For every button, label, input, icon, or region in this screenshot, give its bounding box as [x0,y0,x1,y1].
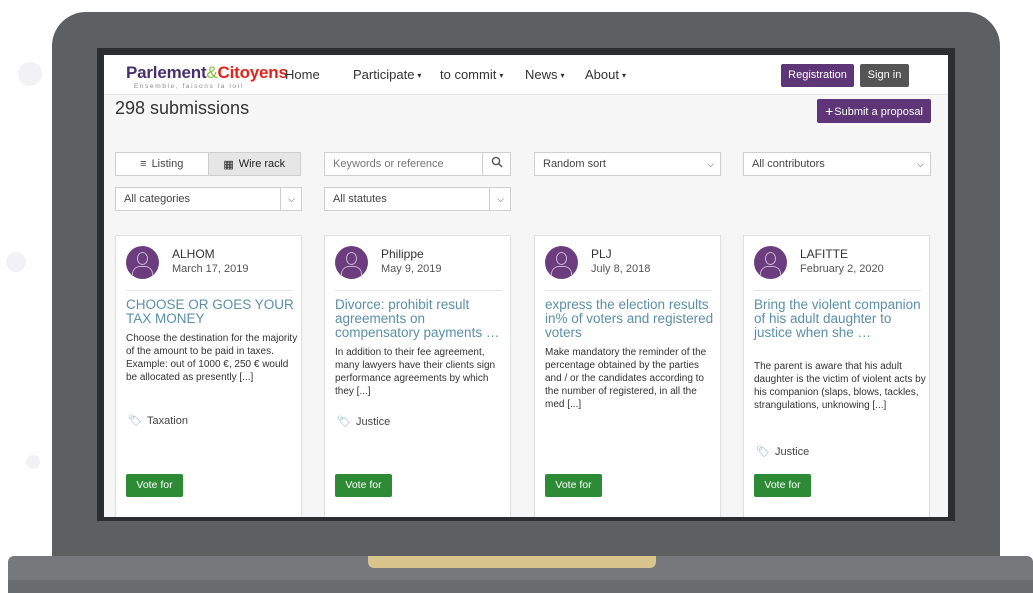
card-title[interactable]: Bring the violent companion of his adult… [754,298,924,340]
logo-tagline: Ensemble, faisons la loi! [134,83,245,90]
statutes-select[interactable]: All statutes ⌵ [324,187,511,211]
card-title[interactable]: express the election results in% of vote… [545,298,715,340]
avatar [754,246,787,279]
chevron-down-icon: ▾ [499,71,504,80]
browser-screen: Parlement&Citoyens Ensemble, faisons la … [104,55,948,517]
card-divider [126,290,293,291]
nav-participate[interactable]: Participate ▾ [353,67,421,82]
submit-proposal-button[interactable]: +Submit a proposal [817,99,931,123]
chevron-down-icon: ▾ [560,71,565,80]
card-date: February 2, 2020 [800,263,884,275]
laptop-illustration: Parlement&Citoyens Ensemble, faisons la … [0,0,1033,593]
vote-for-button[interactable]: Vote for [335,474,392,497]
card-title[interactable]: Divorce: prohibit result agreements on c… [335,298,505,340]
search-box [324,152,511,176]
card-divider [545,290,712,291]
select-divider [280,188,281,210]
card-date: March 17, 2019 [172,263,249,275]
card-description: In addition to their fee agreement, many… [335,347,496,397]
card-tag[interactable]: 🏷︎ Justice [756,445,809,458]
registration-button[interactable]: Registration [781,64,854,87]
chevron-down-icon: ▾ [417,71,422,80]
proposal-card[interactable]: Philippe May 9, 2019 Divorce: prohibit r… [324,235,511,517]
background-dot [6,252,26,272]
nav-to-commit[interactable]: to commit ▾ [440,67,503,82]
background-dot [26,455,40,469]
chevron-down-icon: ▾ [621,71,626,80]
card-description: Make mandatory the reminder of the perce… [545,347,707,410]
vote-for-button[interactable]: Vote for [126,474,183,497]
card-author[interactable]: ALHOM [172,247,215,261]
avatar [545,246,578,279]
chevron-down-icon: ⌵ [288,194,295,204]
listing-view-button[interactable]: ≡ Listing [116,153,208,175]
tag-icon: 🏷︎ [128,415,142,427]
card-description: The parent is aware that his adult daugh… [754,361,926,411]
card-divider [754,290,921,291]
card-date: July 8, 2018 [591,263,651,275]
sort-select[interactable]: Random sort ⌵ [534,152,721,176]
contributors-select[interactable]: All contributors ⌵ [743,152,931,176]
card-author[interactable]: Philippe [381,247,424,261]
card-date: May 9, 2019 [381,263,442,275]
laptop-base-edge [8,580,1033,593]
background-dot [18,62,42,86]
card-divider [335,290,502,291]
select-divider [489,188,490,210]
vote-for-button[interactable]: Vote for [754,474,811,497]
proposal-card[interactable]: LAFITTE February 2, 2020 Bring the viole… [743,235,930,517]
proposal-card[interactable]: PLJ July 8, 2018 express the election re… [534,235,721,517]
avatar [335,246,368,279]
card-tag[interactable]: 🏷︎ Taxation [128,414,188,427]
proposal-card[interactable]: ALHOM March 17, 2019 CHOOSE OR GOES YOUR… [115,235,302,517]
wire-rack-view-button[interactable]: ▦ Wire rack [207,153,300,175]
chevron-down-icon: ⌵ [497,194,504,204]
list-icon: ≡ [140,158,147,170]
card-tag[interactable]: 🏷︎ Justice [337,415,390,428]
sign-in-button[interactable]: Sign in [860,64,909,87]
chevron-down-icon: ⌵ [917,159,924,169]
card-author[interactable]: PLJ [591,247,612,261]
avatar [126,246,159,279]
tag-icon: 🏷︎ [756,446,770,458]
search-input[interactable] [325,153,483,175]
grid-icon: ▦ [223,158,234,171]
chevron-down-icon: ⌵ [707,159,714,169]
site-logo[interactable]: Parlement&Citoyens Ensemble, faisons la … [126,63,288,90]
search-icon[interactable] [482,153,510,175]
nav-about[interactable]: About ▾ [585,67,626,82]
nav-news[interactable]: News ▾ [525,67,565,82]
top-navbar: Parlement&Citoyens Ensemble, faisons la … [104,55,948,95]
vote-for-button[interactable]: Vote for [545,474,602,497]
view-toggle: ≡ Listing ▦ Wire rack [115,152,301,176]
card-title[interactable]: CHOOSE OR GOES YOUR TAX MONEY [126,298,296,326]
categories-select[interactable]: All categories ⌵ [115,187,302,211]
card-description: Choose the destination for the majority … [126,333,298,383]
logo-wordmark: Parlement&Citoyens [126,63,288,82]
tag-icon: 🏷︎ [337,416,351,428]
nav-home[interactable]: Home [285,67,320,82]
laptop-notch [368,556,656,568]
plus-icon: + [825,103,834,119]
card-author[interactable]: LAFITTE [800,247,848,261]
submission-count: 298 submissions [115,98,250,118]
